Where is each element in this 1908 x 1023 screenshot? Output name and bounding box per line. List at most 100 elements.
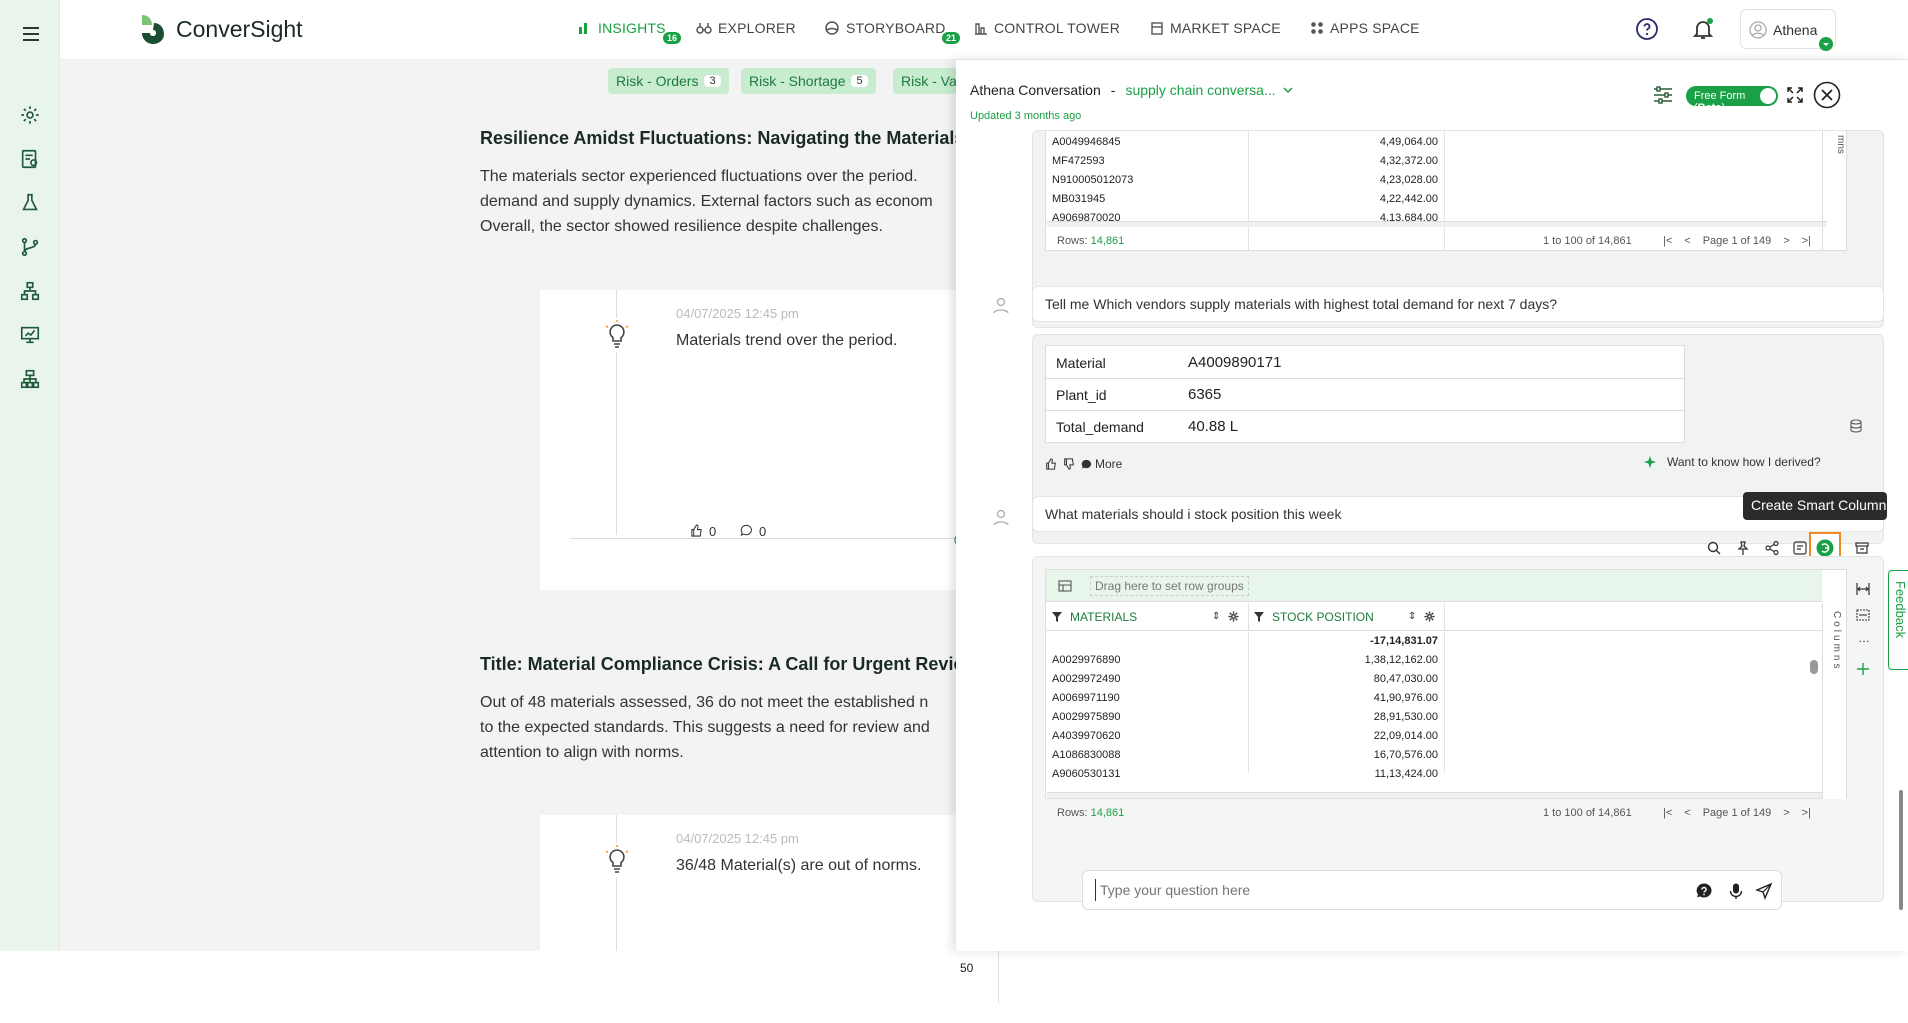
rows-count: Rows: 14,861 [1057,807,1124,819]
filter-sliders-icon[interactable] [1652,84,1674,106]
nav-apps-space[interactable]: APPS SPACE [1310,20,1420,36]
last-page-icon[interactable]: >| [1802,235,1811,247]
sort-icon[interactable]: ⇕ [1212,611,1220,622]
notification-bell-icon[interactable] [1691,17,1715,41]
horizontal-scrollbar[interactable] [1047,221,1827,227]
hierarchy-icon[interactable] [19,280,43,304]
nav-storyboard[interactable]: STORYBOARD [824,20,946,36]
microphone-icon[interactable] [1727,882,1745,900]
question-input[interactable] [1095,879,1655,901]
flask-icon[interactable] [19,192,43,216]
presentation-chart-icon[interactable] [19,324,43,348]
row-group-panel[interactable]: Drag here to set row groups [1046,570,1822,602]
nav-insights[interactable]: INSIGHTS [578,20,666,36]
storyboard-icon [825,21,839,35]
share-icon[interactable] [1764,540,1780,556]
vertical-scrollbar[interactable] [1810,660,1818,674]
data-grid: A0049946845 4,49,064.00 MF472593 4,32,372.… [1045,131,1847,251]
nav-control-tower[interactable]: CONTROL TOWER [974,20,1120,36]
help-chat-icon[interactable] [1695,882,1713,900]
conversation-dropdown[interactable]: supply chain conversa... [1125,82,1293,98]
y-tick: 50 [960,961,974,975]
free-form-toggle[interactable]: Free Form (Beta) [1686,86,1778,114]
column-header-stock-position[interactable]: STOCK POSITION [1254,610,1374,624]
org-chart-icon[interactable] [19,368,43,392]
help-icon[interactable] [1635,17,1659,41]
fit-width-icon[interactable] [1855,581,1873,599]
hamburger-menu-icon[interactable] [19,22,43,46]
nav-storyboard-badge: 21 [942,32,961,44]
search-icon[interactable] [1706,540,1722,556]
insights-main: Risk - Orders 3 Risk - Shortage 5 Risk -… [60,60,1020,1003]
last-page-icon[interactable]: >| [1802,807,1811,819]
feedback-tab[interactable]: Feedback [1888,570,1908,670]
first-page-icon[interactable]: |< [1663,807,1672,819]
filter-icon[interactable] [1052,612,1062,622]
columns-side-tab[interactable]: mns [1822,131,1846,251]
column-header-materials[interactable]: MATERIALS [1052,610,1137,624]
cell-value: 41,90,976.00 [1373,692,1438,704]
thumbs-up-icon [691,524,702,537]
archive-icon[interactable] [1854,540,1870,556]
thumbs-down-icon[interactable] [1063,458,1075,470]
chat-bubble-icon [1081,459,1092,469]
pill-risk-value[interactable]: Risk - Va [893,68,957,94]
thumbs-up-icon[interactable] [1045,458,1057,470]
columns-side-tab[interactable]: Columns [1822,603,1846,799]
database-icon[interactable] [1849,419,1863,433]
pagination: |< < Page 1 of 149 > >| [1663,807,1811,819]
branch-icon[interactable] [19,236,43,260]
cell-value: 4,49,064.00 [1379,136,1438,148]
kv-value: A4009890171 [1188,354,1282,371]
insight-caption: Materials trend over the period. [676,332,898,349]
cell-material: A0049946845 [1052,136,1121,148]
conversight-logo-icon[interactable] [134,13,166,45]
filter-icon[interactable] [1254,612,1264,622]
chevron-down-icon [1283,87,1293,94]
pill-risk-shortage[interactable]: Risk - Shortage 5 [741,68,876,94]
settings-icon[interactable] [19,104,43,128]
prev-page-icon[interactable]: < [1684,235,1690,247]
derive-link[interactable]: Want to know how I derived? [1643,455,1821,469]
fullscreen-icon[interactable] [1786,86,1804,104]
more-button[interactable]: More [1081,457,1122,471]
smart-column-icon [1816,539,1834,557]
auto-size-icon[interactable] [1855,607,1873,625]
first-page-icon[interactable]: |< [1663,235,1672,247]
user-menu[interactable]: Athena [1740,9,1836,51]
column-settings-icon[interactable] [1424,611,1435,622]
prev-page-icon[interactable]: < [1684,807,1690,819]
horizontal-scrollbar[interactable] [1047,792,1822,798]
like-button[interactable]: 0 [690,524,716,539]
sort-icon[interactable]: ⇕ [1408,611,1416,622]
comment-button[interactable]: 0 [740,524,766,539]
send-icon[interactable] [1755,882,1773,900]
insight-body-line: Out of 48 materials assessed, 36 do not … [480,694,929,711]
sql-icon[interactable] [1792,540,1808,556]
panel-title-separator: - [1110,82,1116,98]
next-page-icon[interactable]: > [1783,235,1789,247]
more-options-icon[interactable]: … [1855,632,1873,647]
add-column-icon[interactable] [1855,661,1873,679]
next-page-icon[interactable]: > [1783,807,1789,819]
insight-card: 04/07/2025 12:45 pm 36/48 Material(s) ar… [540,815,1020,1003]
close-icon[interactable] [1813,81,1841,109]
nav-market-space[interactable]: MARKET SPACE [1150,20,1281,36]
cell-value: 4,13,684.00 [1379,212,1438,221]
panel-header: Athena Conversation - supply chain conve… [970,82,1294,98]
pin-icon[interactable] [1735,540,1751,556]
chevron-down-icon [1819,37,1833,51]
pill-risk-orders[interactable]: Risk - Orders 3 [608,68,729,94]
cell-material: A0029972490 [1052,673,1121,685]
report-search-icon[interactable] [19,148,43,172]
feedback-label: Feedback [1893,581,1908,639]
nav-storyboard-label: STORYBOARD [846,20,946,36]
panel-scrollbar[interactable] [1899,790,1903,910]
cell-value: 4,23,028.00 [1379,174,1438,186]
chat-input-box [1082,870,1782,910]
nav-insights-badge: 16 [663,32,682,44]
nav-explorer[interactable]: EXPLORER [696,20,796,36]
table-row: MF472593 4,32,372.00 [1046,152,1444,171]
column-settings-icon[interactable] [1228,611,1239,622]
insight-title: Title: Material Compliance Crisis: A Cal… [480,654,978,674]
